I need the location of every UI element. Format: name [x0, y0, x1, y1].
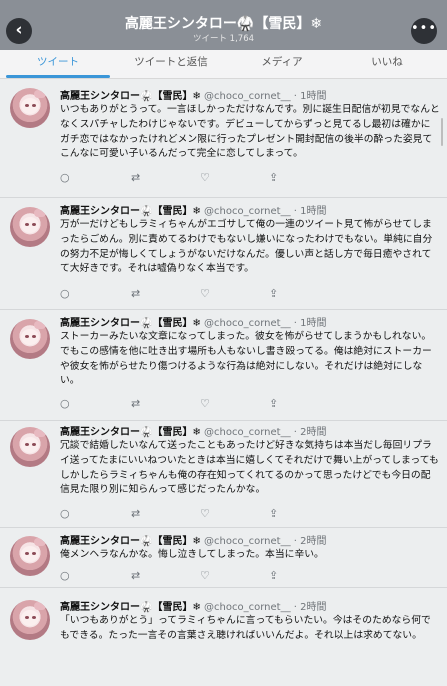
tweet-text: 「いつもありがとう」ってラミィちゃんに言ってもらいたい。今はそのためなら何でもで… — [60, 615, 431, 641]
reply-icon[interactable]: ○ — [60, 287, 70, 301]
avatar[interactable] — [10, 88, 50, 128]
like-icon[interactable]: ♡ — [200, 507, 210, 521]
tweet-text: 俺メンヘラなんかな。悔し泣きしてしまった。本当に辛い。 — [60, 549, 324, 560]
tweet-handle-time: @choco_cornet__ · 2時間 — [204, 427, 327, 438]
reply-icon[interactable]: ○ — [60, 569, 70, 583]
share-icon[interactable]: ⇪ — [269, 287, 278, 301]
tweet[interactable]: 高麗王シンタロー🥋【雪民】❄ @choco_cornet__ · 2時間 「いつ… — [0, 588, 447, 686]
avatar[interactable] — [10, 536, 50, 576]
avatar[interactable] — [10, 319, 50, 359]
profile-tabs: ツイート ツイートと返信 メディア いいね — [0, 50, 447, 79]
reply-icon[interactable]: ○ — [60, 507, 70, 521]
tweet-handle-time: @choco_cornet__ · 2時間 — [204, 602, 327, 613]
avatar[interactable] — [10, 427, 50, 467]
retweet-icon[interactable]: ⇄ — [131, 171, 140, 185]
share-icon[interactable]: ⇪ — [269, 569, 278, 583]
avatar[interactable] — [10, 207, 50, 247]
tweet-count: ツイート 1,764 — [192, 34, 255, 44]
tweet-author-name[interactable]: 高麗王シンタロー🥋【雪民】❄ — [60, 536, 201, 547]
tweet-author-name[interactable]: 高麗王シンタロー🥋【雪民】❄ — [60, 318, 201, 329]
tweet-author-name[interactable]: 高麗王シンタロー🥋【雪民】❄ — [60, 91, 201, 102]
tweet[interactable]: 高麗王シンタロー🥋【雪民】❄ @choco_cornet__ · 2時間 冗談で… — [0, 421, 447, 528]
tweet-handle-time: @choco_cornet__ · 1時間 — [204, 91, 327, 102]
avatar[interactable] — [10, 600, 50, 640]
like-icon[interactable]: ♡ — [200, 171, 210, 185]
tweet-author-name[interactable]: 高麗王シンタロー🥋【雪民】❄ — [60, 602, 201, 613]
tweet-handle-time: @choco_cornet__ · 2時間 — [204, 536, 327, 547]
tab-tweets-and-replies[interactable]: ツイートと返信 — [115, 50, 227, 78]
tweet[interactable]: 高麗王シンタロー🥋【雪民】❄ @choco_cornet__ · 1時間 ストー… — [0, 310, 447, 421]
share-icon[interactable]: ⇪ — [269, 397, 278, 411]
tweet-handle-time: @choco_cornet__ · 1時間 — [204, 206, 327, 217]
like-icon[interactable]: ♡ — [200, 569, 210, 583]
retweet-icon[interactable]: ⇄ — [131, 569, 140, 583]
tweet[interactable]: 高麗王シンタロー🥋【雪民】❄ @choco_cornet__ · 1時間 いつも… — [0, 79, 447, 198]
share-icon[interactable]: ⇪ — [269, 171, 278, 185]
tweet[interactable]: 高麗王シンタロー🥋【雪民】❄ @choco_cornet__ · 1時間 万が一… — [0, 198, 447, 310]
tweet-handle-time: @choco_cornet__ · 1時間 — [204, 318, 327, 329]
tab-media[interactable]: メディア — [232, 50, 332, 78]
tweet-text: 万が一だけどもしラミィちゃんがエゴサして俺の一連のツイート見て怖がらせてしまった… — [60, 219, 433, 275]
more-options-button[interactable]: ••• — [411, 18, 437, 44]
tab-likes[interactable]: いいね — [337, 50, 437, 78]
like-icon[interactable]: ♡ — [200, 397, 210, 411]
tweet-author-name[interactable]: 高麗王シンタロー🥋【雪民】❄ — [60, 206, 201, 217]
tweet-author-name[interactable]: 高麗王シンタロー🥋【雪民】❄ — [60, 427, 201, 438]
like-icon[interactable]: ♡ — [200, 287, 210, 301]
retweet-icon[interactable]: ⇄ — [131, 507, 140, 521]
tweet-text: ストーカーみたいな文章になってしまった。彼女を怖がらせてしまうかもしれない。でも… — [60, 331, 432, 387]
tweet-text: 冗談で結婚したいなんて送ったこともあったけど好きな気持ちは本当だし毎回リプライ送… — [60, 440, 439, 496]
retweet-icon[interactable]: ⇄ — [131, 287, 140, 301]
profile-title: 高麗王シンタロー🥋【雪民】❄ — [124, 16, 323, 32]
reply-icon[interactable]: ○ — [60, 397, 70, 411]
tweet[interactable]: 高麗王シンタロー🥋【雪民】❄ @choco_cornet__ · 2時間 俺メン… — [0, 528, 447, 588]
tab-tweets[interactable]: ツイート — [6, 50, 110, 78]
active-tab-indicator — [6, 75, 110, 78]
profile-header: ‹ 高麗王シンタロー🥋【雪民】❄ ツイート 1,764 ••• — [0, 0, 447, 50]
retweet-icon[interactable]: ⇄ — [131, 397, 140, 411]
share-icon[interactable]: ⇪ — [269, 507, 278, 521]
tweet-text: いつもありがとうって。一言ほしかっただけなんです。別に誕生日配信が初見でなんとな… — [60, 104, 440, 160]
reply-icon[interactable]: ○ — [60, 171, 70, 185]
